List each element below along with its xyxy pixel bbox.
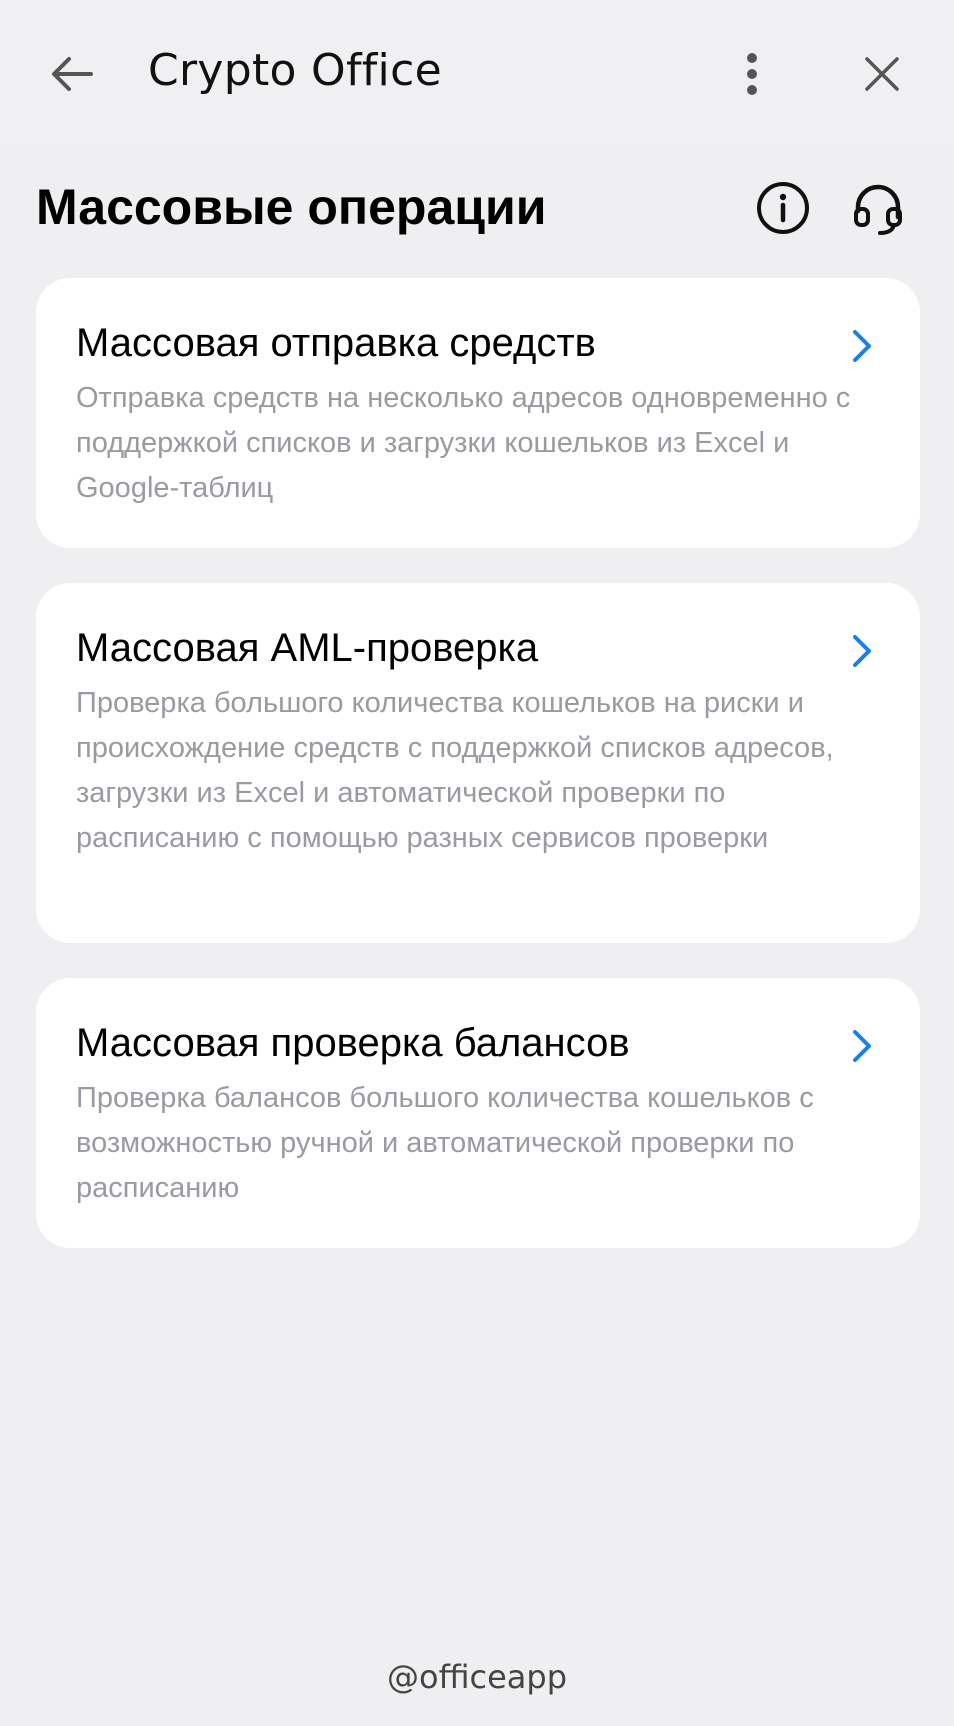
card-title: Массовая отправка средств (76, 321, 596, 365)
top-bar: Crypto Office (0, 0, 954, 148)
close-button[interactable] (842, 34, 922, 114)
chevron-right-icon (853, 330, 871, 362)
close-icon (865, 57, 899, 91)
card-title: Массовая проверка балансов (76, 1021, 630, 1065)
card-description: Проверка балансов большого количества ко… (76, 1082, 814, 1204)
card-description: Отправка средств на несколько адресов од… (76, 382, 851, 504)
chevron-right-icon (853, 635, 871, 667)
page-title: Массовые операции (36, 179, 547, 235)
info-icon (757, 182, 809, 234)
headset-icon (854, 184, 902, 235)
mass-aml-check-card[interactable]: Массовая AML-проверка Проверка большого … (36, 583, 920, 943)
bot-handle: @officeapp (386, 1658, 568, 1696)
info-button[interactable] (743, 168, 823, 248)
mass-send-card[interactable]: Массовая отправка средств Отправка средс… (36, 278, 920, 548)
back-button[interactable] (32, 34, 112, 114)
arrow-left-icon (52, 57, 93, 91)
more-button[interactable] (712, 34, 792, 114)
support-button[interactable] (838, 168, 918, 248)
card-description: Проверка большого количества кошельков н… (76, 687, 834, 854)
chevron-right-icon (853, 1030, 871, 1062)
app-title: Crypto Office (148, 45, 442, 96)
more-vertical-icon (747, 53, 757, 95)
card-title: Массовая AML-проверка (76, 626, 539, 670)
mass-balance-check-card[interactable]: Массовая проверка балансов Проверка бала… (36, 978, 920, 1248)
app-screen: Crypto Office Массовые операции Массовая… (0, 0, 954, 1726)
